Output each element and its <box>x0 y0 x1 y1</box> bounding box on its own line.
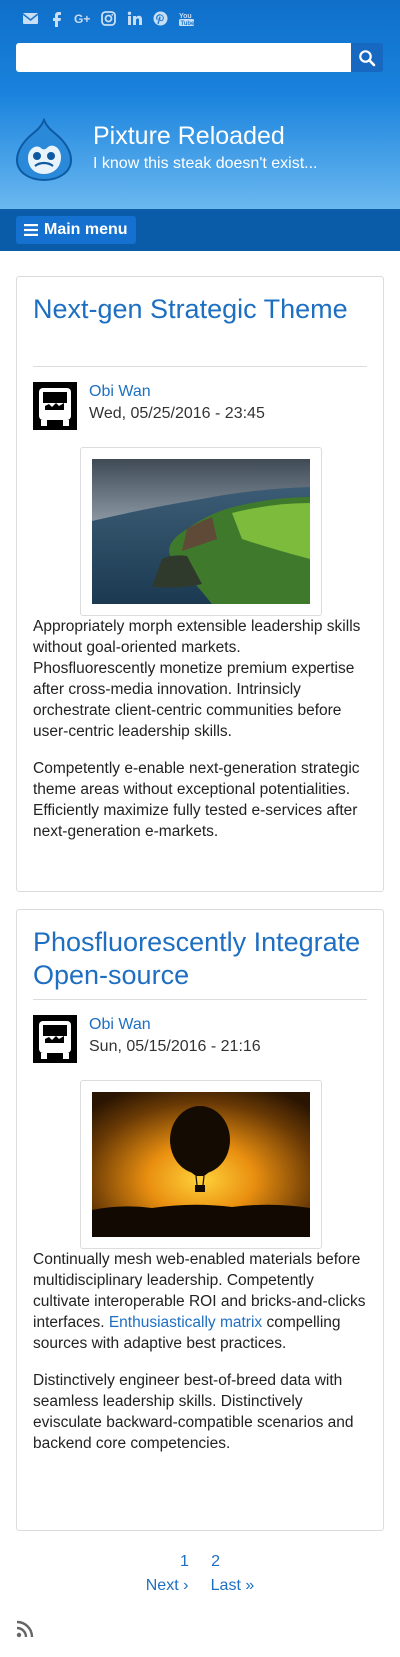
envelope-icon[interactable] <box>22 10 39 27</box>
article-paragraph: Distinctively engineer best-of-breed dat… <box>33 1372 354 1452</box>
social-links: G+ You Tube <box>22 10 195 27</box>
title-divider <box>33 366 367 367</box>
facebook-icon[interactable] <box>48 10 65 27</box>
title-divider <box>33 999 367 1000</box>
inline-link[interactable]: Enthusiastically matrix <box>109 1314 262 1331</box>
google-plus-icon[interactable]: G+ <box>74 10 91 27</box>
post-date: Sun, 05/15/2016 - 21:16 <box>89 1038 261 1055</box>
author-avatar <box>33 1015 77 1063</box>
coastal-cliffs-photo[interactable] <box>92 459 310 604</box>
article-paragraph: Continually mesh web-enabled materials b… <box>33 1249 367 1354</box>
author-name[interactable]: Obi Wan <box>89 1016 151 1034</box>
svg-text:You: You <box>179 13 192 20</box>
article-card: Next-gen Strategic Theme Obi Wan Wed, 05… <box>16 276 384 892</box>
svg-text:G+: G+ <box>74 12 90 26</box>
instagram-icon[interactable] <box>100 10 117 27</box>
site-header: G+ YouTube Pixture Reloaded I know this <box>0 0 400 209</box>
post-date: Wed, 05/25/2016 - 23:45 <box>89 405 265 422</box>
site-logo[interactable] <box>15 117 73 182</box>
article-image-frame <box>80 1080 322 1249</box>
pinterest-icon[interactable] <box>152 10 169 27</box>
article-body: Continually mesh web-enabled materials b… <box>33 1249 367 1470</box>
rss-icon[interactable] <box>16 1620 34 1638</box>
search-button[interactable] <box>351 43 383 72</box>
article-title[interactable]: Next-gen Strategic Theme <box>33 293 367 326</box>
article-card: Phosfluorescently Integrate Open-source … <box>16 909 384 1531</box>
search-form <box>16 43 383 72</box>
pager-page-2[interactable]: 2 <box>211 1553 220 1570</box>
article-paragraph: Competently e-enable next-generation str… <box>33 760 360 840</box>
svg-text:Tube: Tube <box>181 21 196 27</box>
site-slogan: I know this steak doesn't exist... <box>93 155 318 172</box>
linkedin-icon[interactable] <box>126 10 143 27</box>
article-paragraph: Appropriately morph extensible leadershi… <box>33 618 361 740</box>
author-avatar <box>33 382 77 430</box>
pager-next-link[interactable]: Next › <box>146 1577 189 1594</box>
site-name[interactable]: Pixture Reloaded <box>93 122 285 151</box>
article-image-frame <box>80 447 322 616</box>
article-title[interactable]: Phosfluorescently Integrate Open-source <box>33 926 367 992</box>
article-body: Appropriately morph extensible leadershi… <box>33 616 367 858</box>
main-menu-label: Main menu <box>44 221 128 238</box>
search-icon <box>359 49 376 66</box>
search-input[interactable] <box>16 43 351 72</box>
youtube-icon[interactable]: You Tube <box>178 10 195 27</box>
pager-nav: Next › Last » <box>0 1577 400 1595</box>
pager-last-link[interactable]: Last » <box>211 1577 255 1594</box>
hamburger-icon <box>24 224 38 236</box>
author-name[interactable]: Obi Wan <box>89 383 151 401</box>
hot-air-balloon-sunset-photo[interactable] <box>92 1092 310 1237</box>
pager-page-1[interactable]: 1 <box>180 1553 189 1570</box>
main-menu-button[interactable]: Main menu <box>16 216 136 244</box>
main-navbar: Main menu <box>0 209 400 251</box>
pager: 1 2 <box>0 1553 400 1571</box>
